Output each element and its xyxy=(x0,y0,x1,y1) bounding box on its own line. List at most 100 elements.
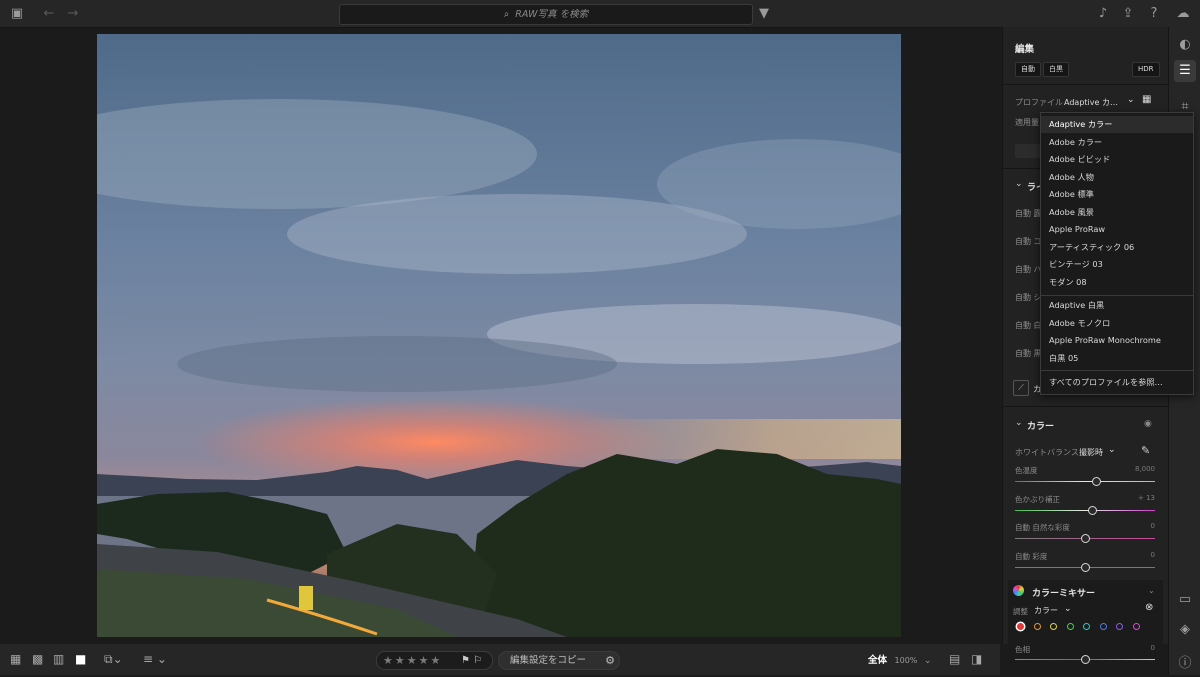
mixer-color-dot[interactable] xyxy=(1033,623,1041,630)
wb-select[interactable]: 撮影時 xyxy=(1079,447,1103,458)
hdr-button[interactable]: HDR xyxy=(1132,62,1160,77)
profile-option[interactable]: モダン 08 xyxy=(1041,274,1193,291)
panel-toggle-icon[interactable]: ▣ xyxy=(8,0,26,27)
back-arrow-icon[interactable]: ← xyxy=(40,0,58,27)
eyedropper-icon[interactable]: ✎ xyxy=(1141,444,1150,457)
profile-option-bw[interactable]: 白黒 05 xyxy=(1041,350,1193,367)
zoom-value: 100% xyxy=(894,656,918,665)
color-slider-knob[interactable] xyxy=(1092,477,1102,486)
eye-icon[interactable]: ◉ xyxy=(1144,419,1152,429)
mixer-title[interactable]: カラーミキサー xyxy=(1032,586,1095,599)
comment-icon[interactable]: ▭ xyxy=(1169,592,1200,607)
star-rating[interactable]: ★★★★★ ⚑ ⚐ xyxy=(376,651,493,670)
color-slider-label: 自動 彩度 xyxy=(1015,551,1048,561)
profile-option-bw[interactable]: Adaptive 白黒 xyxy=(1041,297,1193,314)
chevron-down-icon[interactable]: ⌄ xyxy=(1127,95,1135,105)
zoom-label: 全体 xyxy=(868,655,888,666)
color-section-title[interactable]: カラー xyxy=(1027,419,1054,432)
profile-option[interactable]: Adobe カラー xyxy=(1041,134,1193,151)
help-icon[interactable]: ? xyxy=(1145,0,1163,27)
color-slider-track[interactable] xyxy=(1015,481,1155,482)
color-slider-label: 色かぶり補正 xyxy=(1015,494,1060,504)
rating-stars[interactable]: ★★★★★ xyxy=(383,652,442,669)
color-mixer-box: カラーミキサー ⌄ 調整 カラー ⌄ ⊗ xyxy=(1008,580,1163,644)
mixer-color-dot[interactable] xyxy=(1099,623,1107,630)
profile-option[interactable]: Apple ProRaw xyxy=(1041,221,1193,238)
mixer-color-dot[interactable] xyxy=(1017,623,1024,630)
forward-arrow-icon[interactable]: → xyxy=(64,0,82,27)
adjust-label: 調整 xyxy=(1013,607,1028,616)
curve-icon[interactable]: ⟋ xyxy=(1013,380,1029,396)
color-slider-label: 色温度 xyxy=(1015,466,1038,475)
color-slider-value: 0 xyxy=(1150,522,1155,530)
photo-canvas[interactable] xyxy=(97,34,901,637)
adjust-select[interactable]: カラー xyxy=(1034,605,1058,616)
info-icon[interactable]: ⓘ xyxy=(1169,652,1200,671)
wb-label: ホワイトバランス xyxy=(1015,448,1079,457)
hue-slider-knob[interactable] xyxy=(1081,655,1090,664)
tag-icon[interactable]: ◈ xyxy=(1169,622,1200,637)
mixer-color-dot[interactable] xyxy=(1132,623,1140,630)
mixer-color-dot[interactable] xyxy=(1050,623,1057,630)
filter-icon[interactable]: ▼ xyxy=(755,0,773,27)
before-after-icon[interactable]: ◨ xyxy=(971,644,982,675)
target-adjust-icon[interactable]: ⊗ xyxy=(1145,602,1153,613)
profile-select[interactable]: Adaptive カ… xyxy=(1064,97,1118,108)
bw-button[interactable]: 白黒 xyxy=(1043,62,1069,77)
profile-option-bw[interactable]: Adobe モノクロ xyxy=(1041,315,1193,332)
chevron-down-icon[interactable]: ⌄ xyxy=(1108,445,1116,455)
color-slider-label: 自動 自然な彩度 xyxy=(1015,523,1070,532)
mixer-color-dot[interactable] xyxy=(1116,623,1123,630)
search-placeholder: RAW写真 を検索 xyxy=(515,9,589,20)
color-slider-knob[interactable] xyxy=(1088,505,1097,515)
presets-icon[interactable]: ◐ xyxy=(1169,37,1200,52)
chevron-down-icon[interactable]: ⌄ xyxy=(1148,586,1155,595)
hue-label: 色相 xyxy=(1015,645,1030,654)
share-icon[interactable]: ⇪ xyxy=(1119,0,1137,27)
square-grid-icon[interactable]: ▦ xyxy=(10,644,21,675)
amount-label: 適用量 xyxy=(1015,118,1039,127)
copy-edits-button[interactable]: 編集設定をコピー ⚙ xyxy=(498,651,620,670)
amount-input[interactable] xyxy=(1015,144,1043,158)
sort-icon[interactable]: ≡ ⌄ xyxy=(143,644,167,675)
sunset-photo xyxy=(97,34,901,637)
profile-label: プロファイル xyxy=(1015,98,1063,107)
chevron-down-icon[interactable]: ⌄ xyxy=(1015,179,1023,189)
color-slider-knob[interactable] xyxy=(1081,562,1090,572)
zoom-control[interactable]: 全体 100% ⌄ xyxy=(868,644,931,677)
photo-grid-icon[interactable]: ▩ xyxy=(32,644,43,675)
auto-button[interactable]: 自動 xyxy=(1015,62,1041,77)
chevron-down-icon[interactable]: ⌄ xyxy=(1064,604,1072,614)
light-row-blacks: 自動 黒 xyxy=(1015,349,1042,358)
mixer-color-dot[interactable] xyxy=(1066,623,1074,630)
divider xyxy=(1003,84,1168,85)
compare-icon[interactable]: ▤ xyxy=(949,644,960,675)
flag-icons[interactable]: ⚑ ⚐ xyxy=(461,652,482,669)
browse-profiles-item[interactable]: すべてのプロファイルを参照… xyxy=(1041,374,1193,391)
sliders-icon[interactable]: ☰ xyxy=(1169,63,1200,78)
search-input[interactable]: ⌕ RAW写真 を検索 xyxy=(339,4,753,25)
single-view-icon[interactable]: ■ xyxy=(75,644,86,675)
profile-option[interactable]: Adobe 標準 xyxy=(1041,186,1193,203)
notification-bell-icon[interactable]: ♪ xyxy=(1094,0,1112,27)
profile-option[interactable]: アーティスティック 06 xyxy=(1041,239,1193,256)
profile-option[interactable]: Adaptive カラー xyxy=(1041,116,1193,133)
chevron-down-icon[interactable]: ⌄ xyxy=(1015,418,1023,428)
profile-browser-icon[interactable]: ▦ xyxy=(1142,94,1151,105)
mixer-color-dot[interactable] xyxy=(1083,623,1090,630)
light-row-whites: 自動 白 xyxy=(1015,321,1042,330)
profile-option[interactable]: Adobe 人物 xyxy=(1041,169,1193,186)
color-slider-value: 0 xyxy=(1150,550,1155,559)
color-slider-track[interactable] xyxy=(1015,509,1155,511)
detail-view-icon[interactable]: ▥ xyxy=(53,644,64,675)
profile-option-bw[interactable]: Apple ProRaw Monochrome xyxy=(1041,332,1193,349)
gear-icon[interactable]: ⚙ xyxy=(605,652,615,669)
profile-option[interactable]: Adobe ビビッド xyxy=(1041,151,1193,168)
slideshow-icon[interactable]: ⧉⌄ xyxy=(104,644,123,675)
cloud-icon[interactable]: ☁ xyxy=(1172,0,1194,27)
light-row-highlights: 自動 ハ xyxy=(1015,265,1042,274)
profile-option[interactable]: Adobe 風景 xyxy=(1041,204,1193,221)
profile-option[interactable]: ビンテージ 03 xyxy=(1041,256,1193,273)
light-row-exposure: 自動 露 xyxy=(1015,209,1042,218)
color-slider-knob[interactable] xyxy=(1081,534,1090,543)
